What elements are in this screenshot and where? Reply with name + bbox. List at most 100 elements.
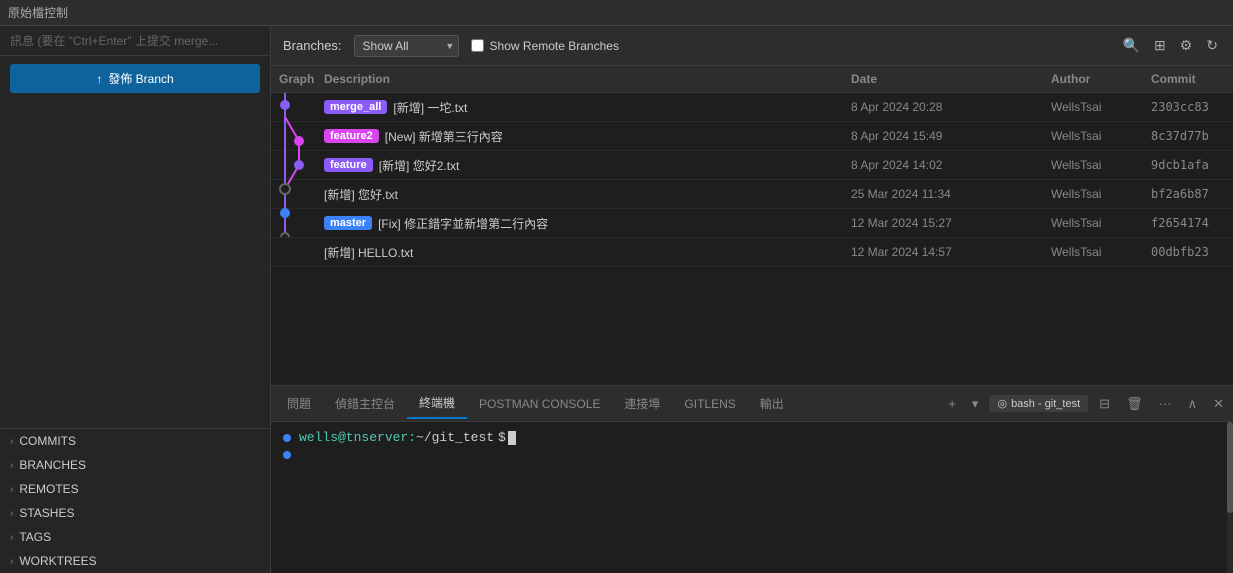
commits-list: merge_all[新增] 一坨.txt8 Apr 2024 20:28Well… — [271, 93, 1233, 267]
terminal-dot-indicator — [283, 434, 291, 442]
sidebar-item-label: TAGS — [19, 530, 51, 544]
table-row[interactable]: merge_all [新增] 一坨.txt 8 Apr 2024 20:28Well… — [271, 93, 1233, 122]
date-cell: 8 Apr 2024 14:02 — [843, 156, 1043, 174]
description-cell: master [Fix] 修正錯字並新增第二行內容 — [316, 213, 843, 234]
commit-description: [Fix] 修正錯字並新增第二行內容 — [378, 215, 548, 232]
terminal-scrollbar[interactable] — [1227, 422, 1233, 573]
date-cell: 8 Apr 2024 20:28 — [843, 98, 1043, 116]
sidebar-item-tags[interactable]: › TAGS — [0, 525, 270, 549]
tab-連接埠[interactable]: 連接埠 — [612, 389, 672, 418]
chevron-icon: › — [10, 484, 13, 495]
author-cell: WellsTsai — [1043, 127, 1143, 145]
sidebar-item-label: COMMITS — [19, 434, 76, 448]
terminal-user: wells@tnserver: — [299, 430, 416, 445]
branch-select-wrapper: Show All Local Only Remote Only — [354, 35, 459, 57]
branches-label: Branches: — [283, 38, 342, 53]
terminal-actions: + ▾ ◎ bash - git_test ⊟ 🗑 ··· ∧ ✕ — [943, 393, 1229, 415]
table-row[interactable]: feature2[New] 新增第三行內容8 Apr 2024 15:49Wel… — [271, 122, 1233, 151]
date-cell: 12 Mar 2024 14:57 — [843, 243, 1043, 261]
collapse-terminal-button[interactable]: ∧ — [1183, 393, 1203, 415]
graph-cell — [271, 211, 316, 235]
commit-hash-cell: f2654174 — [1143, 214, 1233, 232]
tab-問題[interactable]: 問題 — [275, 389, 323, 418]
terminal-cursor — [508, 431, 516, 445]
tab-偵錯主控台[interactable]: 偵錯主控台 — [323, 389, 407, 418]
graph-col-header: Graph — [271, 70, 316, 88]
branch-tag[interactable]: master — [324, 216, 372, 230]
branch-tag[interactable]: feature2 — [324, 129, 379, 143]
settings-icon[interactable]: ⚙ — [1177, 34, 1196, 57]
commit-description: [新增] HELLO.txt — [324, 244, 413, 261]
commit-hash-cell: bf2a6b87 — [1143, 185, 1233, 203]
more-terminal-button[interactable]: ··· — [1154, 393, 1177, 414]
terminal-next-line — [283, 451, 1221, 459]
tab-終端機[interactable]: 終端機 — [407, 388, 467, 419]
author-cell: WellsTsai — [1043, 185, 1143, 203]
graph-cell — [271, 153, 316, 177]
commits-container: merge_all[新增] 一坨.txt8 Apr 2024 20:28Well… — [271, 93, 1233, 267]
commit-description: [新增] 您好2.txt — [379, 157, 460, 174]
terminal-section: 問題偵錯主控台終端機POSTMAN CONSOLE連接埠GITLENS輸出 + … — [271, 385, 1233, 573]
sidebar-item-commits[interactable]: › COMMITS — [0, 429, 270, 453]
add-terminal-button[interactable]: + — [943, 393, 961, 414]
main-area: 訊息 (要在 "Ctrl+Enter" 上提交 merge... ↑ 發佈 Br… — [0, 26, 1233, 573]
branch-tag[interactable]: feature — [324, 158, 373, 172]
tab-postman-console[interactable]: POSTMAN CONSOLE — [467, 391, 612, 417]
graph-cell — [271, 182, 316, 206]
show-remote-label: Show Remote Branches — [490, 39, 619, 53]
right-panel: Branches: Show All Local Only Remote Onl… — [271, 26, 1233, 573]
author-cell: WellsTsai — [1043, 156, 1143, 174]
publish-icon: ↑ — [96, 72, 102, 86]
title-text: 原始檔控制 — [8, 4, 68, 21]
branch-select[interactable]: Show All Local Only Remote Only — [354, 35, 459, 57]
author-cell: WellsTsai — [1043, 214, 1143, 232]
table-row[interactable]: feature [新增] 您好2.txt 8 Apr 2024 14:02Wells… — [271, 151, 1233, 180]
branch-tag[interactable]: merge_all — [324, 100, 387, 114]
graph-cell — [271, 124, 316, 148]
commit-description: [New] 新增第三行內容 — [385, 128, 503, 145]
sidebar-item-label: REMOTES — [19, 482, 78, 496]
sidebar-item-label: WORKTREES — [19, 554, 96, 568]
date-col-header: Date — [843, 70, 1043, 88]
sidebar-item-remotes[interactable]: › REMOTES — [0, 477, 270, 501]
chevron-icon: › — [10, 556, 13, 567]
sidebar-item-label: STASHES — [19, 506, 74, 520]
chevron-icon: › — [10, 436, 13, 447]
author-cell: WellsTsai — [1043, 98, 1143, 116]
description-cell: [新增] 您好.txt — [316, 184, 843, 205]
split-terminal-button[interactable]: ⊟ — [1094, 393, 1115, 415]
commit-message-input[interactable]: 訊息 (要在 "Ctrl+Enter" 上提交 merge... — [0, 26, 270, 56]
commit-description: [新增] 一坨.txt — [393, 99, 467, 116]
sidebar-item-worktrees[interactable]: › WORKTREES — [0, 549, 270, 573]
table-row[interactable]: [新增] 您好.txt25 Mar 2024 11:34WellsTsaibf2… — [271, 180, 1233, 209]
graph-cell — [271, 95, 316, 119]
terminal-body[interactable]: wells@tnserver:~/git_test$ — [271, 422, 1233, 573]
commit-col-header: Commit — [1143, 70, 1233, 88]
show-remote-group: Show Remote Branches — [471, 39, 619, 53]
terminal-path: ~/git_test — [416, 430, 494, 445]
date-cell: 12 Mar 2024 15:27 — [843, 214, 1043, 232]
refresh-icon[interactable]: ↻ — [1203, 34, 1221, 57]
shell-selector[interactable]: ◎ bash - git_test — [989, 395, 1088, 412]
chevron-icon: › — [10, 532, 13, 543]
description-cell: feature [新增] 您好2.txt — [316, 155, 843, 176]
terminal-dropdown-button[interactable]: ▾ — [967, 393, 984, 415]
graph-area: merge_all[新增] 一坨.txt8 Apr 2024 20:28Well… — [271, 93, 1233, 385]
shell-icon: ◎ — [997, 397, 1007, 410]
table-row[interactable]: master [Fix] 修正錯字並新增第二行內容 12 Mar 2024 15:2… — [271, 209, 1233, 238]
sidebar-item-stashes[interactable]: ›STASHES — [0, 501, 270, 525]
search-icon[interactable]: 🔍 — [1120, 34, 1143, 57]
terminal-scrollbar-thumb — [1227, 422, 1233, 513]
toolbar-icons: 🔍 ⊞ ⚙ ↻ — [1120, 34, 1221, 57]
delete-terminal-button[interactable]: 🗑 — [1121, 393, 1148, 415]
tab-gitlens[interactable]: GITLENS — [672, 391, 747, 417]
table-row[interactable]: [新增] HELLO.txt12 Mar 2024 14:57WellsTsai… — [271, 238, 1233, 267]
description-col-header: Description — [316, 70, 843, 88]
publish-branch-button[interactable]: ↑ 發佈 Branch — [10, 64, 260, 93]
layout-icon[interactable]: ⊞ — [1151, 34, 1169, 57]
show-remote-checkbox[interactable] — [471, 39, 484, 52]
sidebar-item-branches[interactable]: ›BRANCHES — [0, 453, 270, 477]
close-terminal-button[interactable]: ✕ — [1208, 393, 1229, 415]
tab-輸出[interactable]: 輸出 — [748, 389, 796, 418]
toolbar: Branches: Show All Local Only Remote Onl… — [271, 26, 1233, 66]
